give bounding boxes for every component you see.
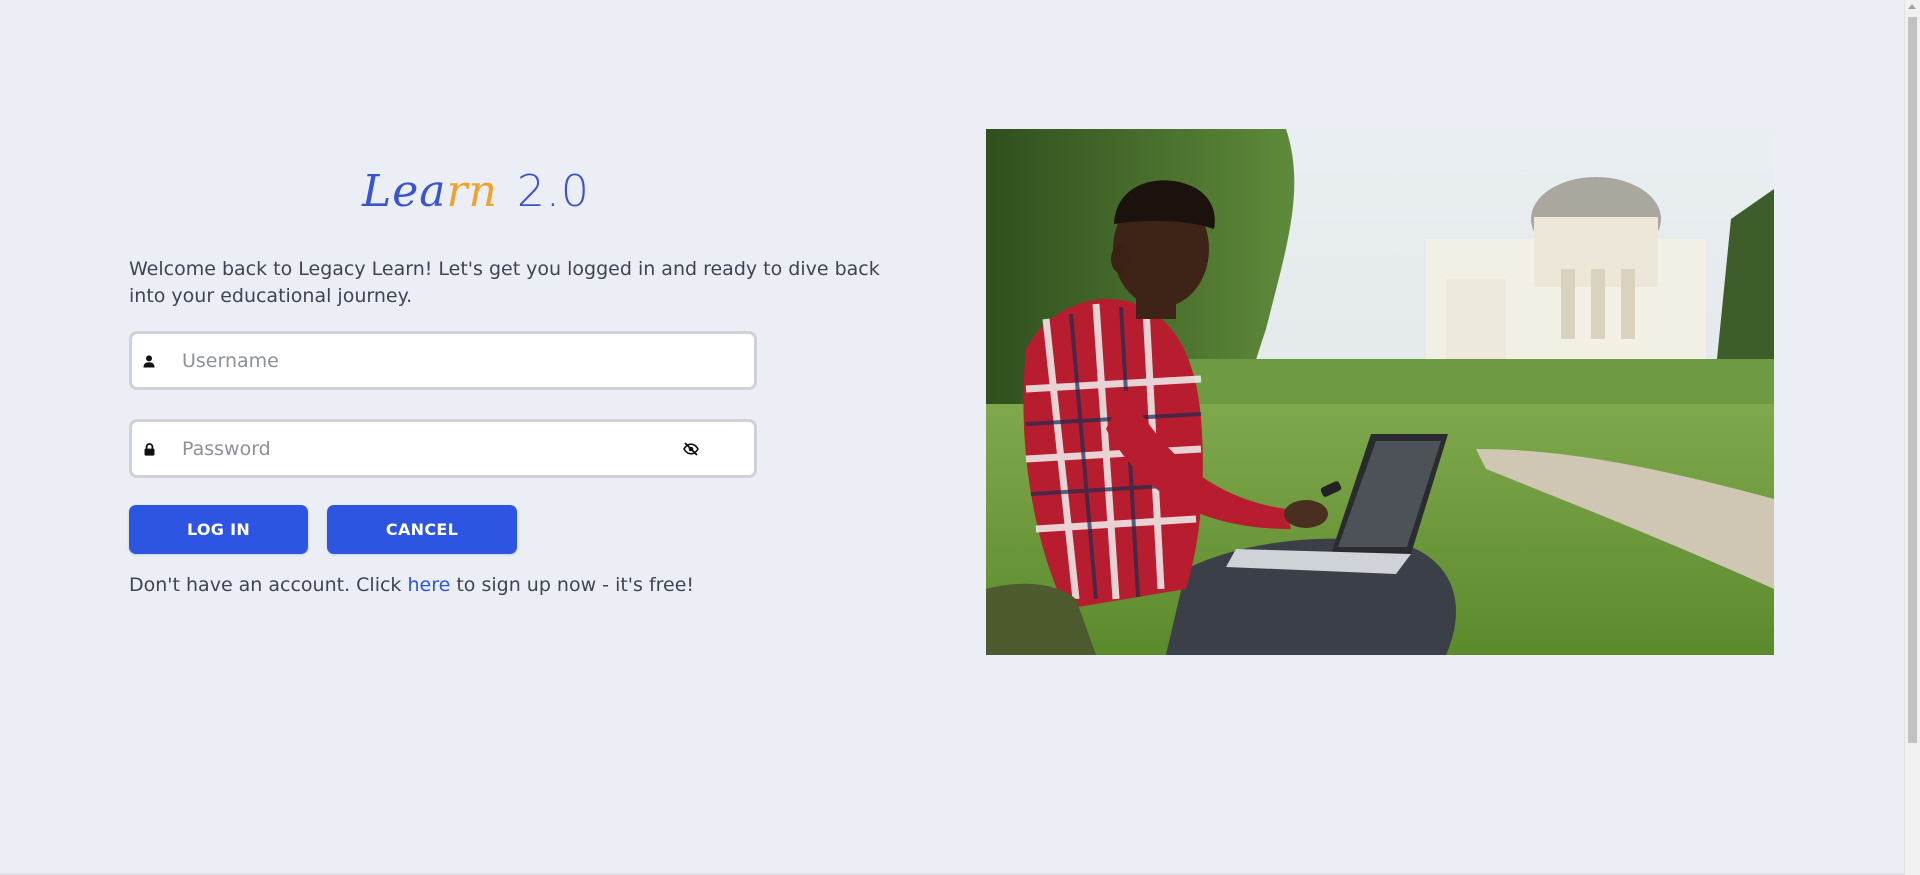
scroll-up-arrow-icon[interactable]: [1908, 4, 1916, 9]
app-logo: Learn 2.0: [362, 166, 590, 217]
username-input[interactable]: [182, 342, 742, 380]
welcome-message: Welcome back to Legacy Learn! Let's get …: [129, 258, 880, 307]
login-page: Learn 2.0 Welcome back to Legacy Learn! …: [0, 0, 1904, 875]
username-field: [129, 331, 757, 390]
vertical-scrollbar[interactable]: [1904, 0, 1920, 875]
logo-text-accent: rn: [446, 166, 498, 217]
logo-text-start: Lea: [362, 166, 447, 217]
signup-prefix: Don't have an account. Click: [129, 574, 408, 596]
lock-icon: [139, 439, 159, 459]
hero-photo: [986, 129, 1774, 655]
scrollbar-thumb[interactable]: [1908, 17, 1917, 743]
cancel-button[interactable]: CANCEL: [327, 505, 517, 554]
user-icon: [139, 351, 159, 371]
signup-prompt: Don't have an account. Click here to sig…: [129, 574, 694, 596]
logo-version: 2.0: [516, 166, 590, 217]
student-with-laptop-image: [986, 129, 1774, 655]
password-field: [129, 419, 757, 478]
signup-link[interactable]: here: [407, 574, 450, 596]
password-input[interactable]: [182, 430, 622, 468]
login-button[interactable]: LOG IN: [129, 505, 308, 554]
signup-suffix: to sign up now - it's free!: [450, 574, 695, 596]
eye-slash-icon[interactable]: [680, 438, 702, 460]
